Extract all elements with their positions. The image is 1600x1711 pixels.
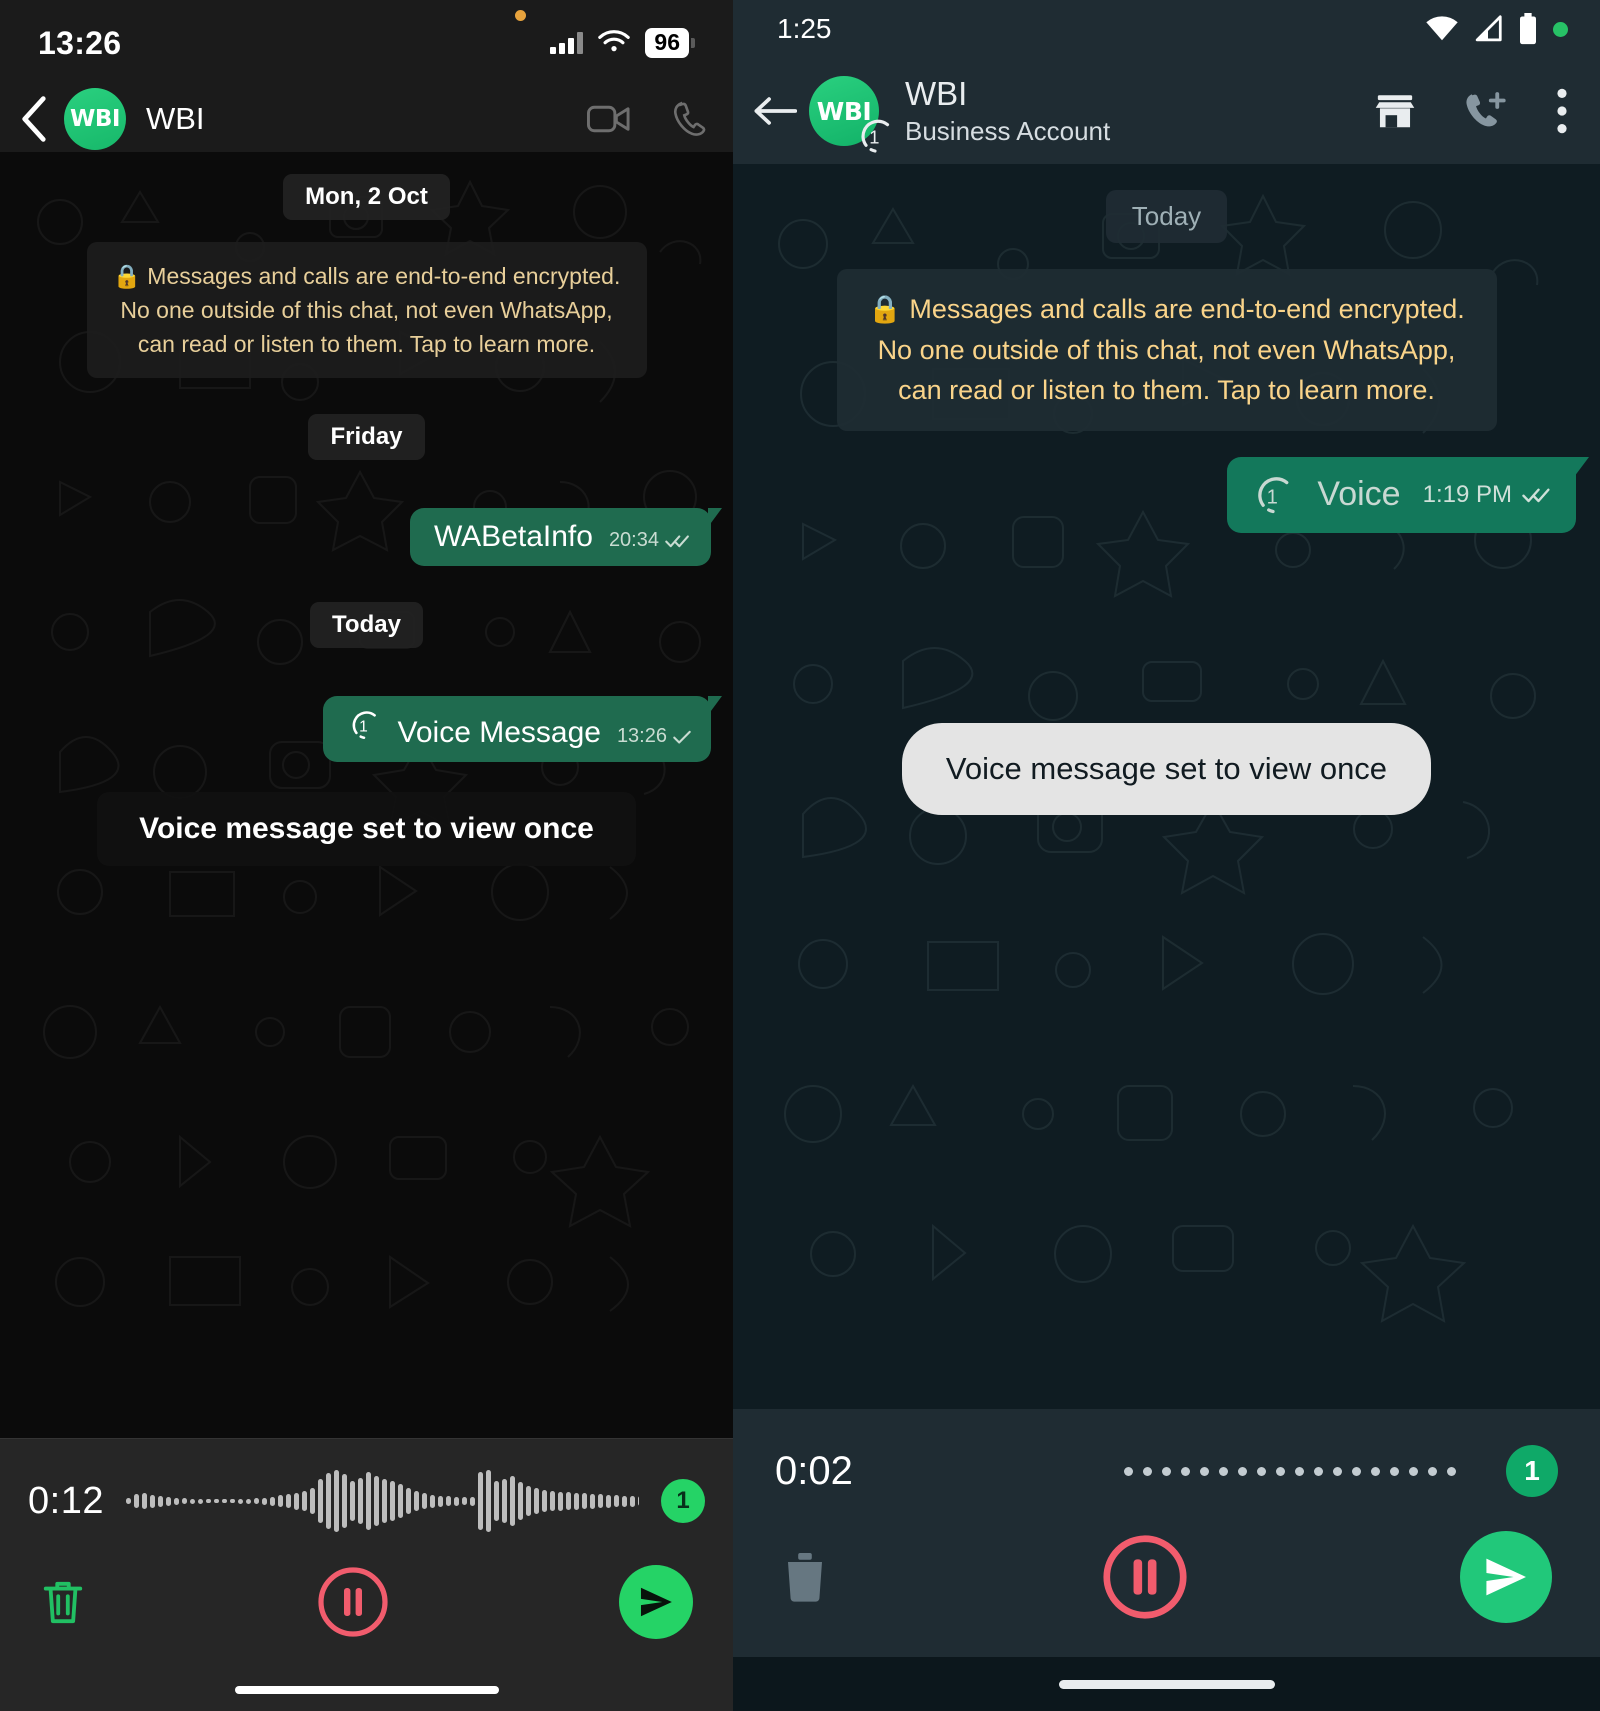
view-once-toggle-badge[interactable]: 1	[1506, 1445, 1558, 1497]
ios-home-indicator	[0, 1669, 733, 1711]
contact-name[interactable]: WBI	[146, 101, 587, 137]
trash-icon[interactable]	[781, 1549, 829, 1605]
view-once-toggle-badge[interactable]: 1	[661, 1479, 705, 1523]
view-once-audio-icon: 1	[353, 711, 377, 740]
android-whatsapp-screen: 1:25 WBI 1 WBI Business Account Today 🔒 …	[733, 0, 1600, 1711]
message-bubble-voice-once[interactable]: 1 Voice 1:19 PM	[1227, 456, 1589, 533]
message-time: 13:26	[616, 725, 667, 748]
lock-icon: 🔒	[868, 294, 902, 324]
audio-dots-waveform[interactable]	[877, 1466, 1482, 1476]
ios-chat-area[interactable]: Mon, 2 Oct 🔒 Messages and calls are end-t…	[0, 152, 733, 1438]
battery-percent: 96	[645, 28, 689, 58]
svg-text:1: 1	[869, 127, 879, 148]
svg-text:1: 1	[360, 718, 369, 735]
encryption-notice[interactable]: 🔒 Messages and calls are end-to-end encr…	[836, 269, 1497, 431]
cellular-signal-icon	[1475, 15, 1502, 42]
view-once-audio-icon: 1	[1258, 476, 1289, 513]
android-chat-area[interactable]: Today 🔒 Messages and calls are end-to-en…	[733, 164, 1600, 1409]
back-chevron-icon[interactable]	[18, 95, 50, 143]
send-button[interactable]	[1460, 1531, 1552, 1623]
message-text: Voice Message	[397, 716, 601, 750]
message-bubble-outgoing[interactable]: WABetaInfo 20:34	[409, 508, 723, 567]
encryption-notice[interactable]: 🔒 Messages and calls are end-to-end encry…	[86, 242, 647, 379]
more-vertical-icon[interactable]	[1554, 87, 1570, 135]
message-row: WABetaInfo 20:34	[22, 508, 723, 567]
message-row: 1 Voice Message 13:26	[22, 696, 722, 763]
day-divider: Mon, 2 Oct	[283, 174, 450, 220]
dual-screenshot: 13:26 96 WBI WBI Mon, 2 Oct 🔒 Messages a…	[0, 0, 1600, 1711]
double-check-icon	[665, 535, 689, 547]
recording-elapsed-time: 0:12	[28, 1479, 104, 1522]
phone-add-icon[interactable]	[1462, 90, 1508, 132]
single-check-icon	[673, 730, 691, 744]
ios-status-bar: 13:26 96	[0, 0, 733, 86]
toast-message: Voice message set to view once	[97, 792, 636, 867]
pause-circle-icon[interactable]	[317, 1566, 389, 1638]
ios-whatsapp-screen: 13:26 96 WBI WBI Mon, 2 Oct 🔒 Messages a…	[0, 0, 733, 1711]
status-time: 1:25	[777, 13, 832, 44]
avatar-label: WBI	[70, 106, 120, 132]
privacy-recording-dot-icon	[1553, 21, 1568, 37]
message-time: 20:34	[608, 529, 659, 552]
wifi-icon	[598, 30, 631, 52]
contact-avatar[interactable]: WBI	[64, 88, 126, 150]
contact-avatar[interactable]: WBI 1	[809, 76, 890, 153]
trash-icon[interactable]	[40, 1576, 86, 1628]
contact-name[interactable]: WBI	[905, 75, 1374, 113]
svg-text:1: 1	[1267, 486, 1278, 508]
double-check-icon	[1522, 488, 1550, 502]
day-divider: Friday	[308, 414, 425, 461]
audio-waveform[interactable]	[125, 1469, 639, 1533]
toast-message: Voice message set to view once	[901, 722, 1432, 815]
wifi-icon	[1426, 16, 1458, 41]
send-icon	[640, 1587, 672, 1617]
send-button[interactable]	[619, 1565, 693, 1639]
android-navigation-bar	[733, 1657, 1600, 1711]
message-text: WABetaInfo	[433, 520, 593, 554]
message-row: 1 Voice 1:19 PM	[757, 456, 1589, 533]
lock-icon: 🔒	[112, 263, 142, 289]
privacy-recording-dot-icon	[515, 10, 526, 21]
ios-chat-header: WBI WBI	[0, 86, 733, 152]
pause-circle-icon[interactable]	[1102, 1534, 1188, 1620]
day-divider: Today	[310, 602, 423, 649]
video-camera-icon[interactable]	[587, 104, 631, 134]
recording-elapsed-time: 0:02	[775, 1448, 853, 1493]
view-once-audio-icon: 1	[861, 119, 890, 153]
message-text: Voice	[1317, 475, 1401, 513]
status-time: 13:26	[38, 24, 122, 61]
message-bubble-voice-once[interactable]: 1 Voice Message 13:26	[323, 696, 722, 763]
contact-subtitle[interactable]: Business Account	[905, 116, 1374, 147]
battery-nub-icon	[691, 37, 695, 48]
encryption-notice-text: Messages and calls are end-to-end encryp…	[877, 294, 1465, 405]
arrow-left-icon[interactable]	[753, 93, 797, 129]
android-status-bar: 1:25	[733, 0, 1600, 58]
storefront-icon[interactable]	[1374, 90, 1416, 132]
ios-voice-recorder-bar: 0:12 1	[0, 1438, 733, 1669]
phone-icon[interactable]	[673, 101, 707, 137]
encryption-notice-text: Messages and calls are end-to-end encryp…	[120, 263, 621, 358]
send-icon	[1486, 1558, 1526, 1596]
android-chat-header: WBI 1 WBI Business Account	[733, 58, 1600, 164]
cellular-signal-icon	[550, 31, 584, 54]
day-divider: Today	[1105, 190, 1228, 243]
message-time: 1:19 PM	[1422, 480, 1512, 508]
battery-full-icon	[1520, 13, 1536, 45]
android-voice-recorder-bar: 0:02 1	[733, 1409, 1600, 1657]
